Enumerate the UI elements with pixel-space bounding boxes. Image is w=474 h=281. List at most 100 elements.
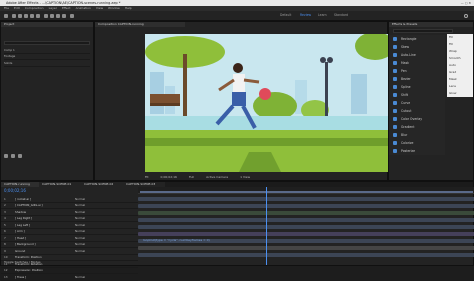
layer-bar[interactable] <box>138 218 474 222</box>
layer-bar[interactable] <box>138 225 474 229</box>
rotate-tool-icon[interactable] <box>30 14 34 18</box>
effects-search-input[interactable] <box>393 29 453 33</box>
effect-item[interactable]: Gradient <box>389 123 445 131</box>
effect-icon <box>393 117 397 121</box>
layer-bar[interactable] <box>138 197 474 201</box>
zoom-tool-icon[interactable] <box>24 14 28 18</box>
effects-presets-tab[interactable]: Effects & Presets <box>389 22 473 27</box>
timeline-tab[interactable]: CAPTION-running <box>1 182 39 187</box>
project-footer-icons <box>4 154 22 158</box>
side-item[interactable]: Smooth <box>447 55 473 62</box>
hand-tool-icon[interactable] <box>18 14 22 18</box>
scene-illustration <box>145 34 391 172</box>
effect-item[interactable]: Shift <box>389 91 445 99</box>
effect-item[interactable]: Rectangle <box>389 35 445 43</box>
current-time-indicator[interactable] <box>266 187 267 265</box>
search-icon[interactable] <box>464 14 468 18</box>
composition-tab[interactable]: Composition CAPTION-running <box>95 22 185 27</box>
views-dropdown[interactable]: 1 View <box>240 175 250 179</box>
layer-list: 1[ rocket.ai ] Normal 2[ CAPTION_GIRL.ai … <box>1 196 138 281</box>
side-item[interactable]: Fill <box>447 34 473 41</box>
side-item[interactable]: Wrap <box>447 48 473 55</box>
trash-icon[interactable] <box>18 154 22 158</box>
expression-text[interactable]: loopOut(type = "cycle", numKeyframes = 0… <box>143 238 210 242</box>
project-tab[interactable]: Project <box>1 22 93 27</box>
layer-row[interactable]: 13[ Trees ] Normal <box>1 274 138 281</box>
effect-item[interactable]: Bezier <box>389 75 445 83</box>
layer-bar[interactable] <box>138 253 474 257</box>
workspace-standard[interactable]: Standard <box>334 13 348 17</box>
effect-item[interactable]: Color Overlay <box>389 115 445 123</box>
comp-canvas[interactable] <box>145 34 391 172</box>
effect-icon <box>393 61 397 65</box>
tools-toolbar: Default Review Learn Standard <box>0 11 474 21</box>
type-tool-icon[interactable] <box>56 14 60 18</box>
effect-icon <box>393 125 397 129</box>
home-icon[interactable] <box>4 14 8 18</box>
effect-item[interactable]: Skew <box>389 43 445 51</box>
effect-icon <box>393 133 397 137</box>
effect-icon <box>393 77 397 81</box>
timeline-tab[interactable]: CAPTION-SCENE-01 <box>39 182 81 187</box>
effect-item[interactable]: Posterize <box>389 147 445 155</box>
effect-item[interactable]: Spline <box>389 83 445 91</box>
time-ruler[interactable] <box>138 187 474 194</box>
layer-bar[interactable] <box>138 204 474 208</box>
effect-icon <box>393 101 397 105</box>
effect-icon <box>393 45 397 49</box>
new-comp-icon[interactable] <box>11 154 15 158</box>
effect-item[interactable]: Blur <box>389 131 445 139</box>
side-item[interactable]: Mask <box>447 76 473 83</box>
timecode-display[interactable]: 0;00;02;16 <box>161 175 177 179</box>
project-item[interactable]: Solids <box>4 60 90 67</box>
effects-presets-panel: Effects & Presets Rectangle Skew Auto-Li… <box>388 21 474 181</box>
effect-icon <box>393 69 397 73</box>
quality-dropdown[interactable]: Full <box>189 175 194 179</box>
effect-icon <box>393 37 397 41</box>
timeline-tab[interactable]: CAPTION-SCENE-02 <box>81 182 123 187</box>
effect-icon <box>393 141 397 145</box>
project-panel: Project Comp 1 Footage Solids <box>0 21 94 181</box>
brush-tool-icon[interactable] <box>62 14 66 18</box>
composition-panel: Composition CAPTION-running Fit 0;00;02;… <box>94 21 391 181</box>
layer-bar[interactable] <box>138 211 474 215</box>
comp-viewer-controls: Fit 0;00;02;16 Full Active Camera 1 View <box>145 175 250 179</box>
effects-list: Rectangle Skew Auto-Line Mask Pen Bezier… <box>389 35 445 155</box>
selection-tool-icon[interactable] <box>12 14 16 18</box>
effect-item[interactable]: Pen <box>389 67 445 75</box>
workspace-review[interactable]: Review <box>300 13 311 17</box>
camera-tool-icon[interactable] <box>36 14 40 18</box>
zoom-dropdown[interactable]: Fit <box>145 175 149 179</box>
work-area-bar[interactable] <box>140 191 473 193</box>
effect-icon <box>393 53 397 57</box>
pen-tool-icon[interactable] <box>50 14 54 18</box>
timeline-footer[interactable]: Toggle Switches / Modes <box>4 260 41 264</box>
effect-item[interactable]: Auto-Line <box>389 51 445 59</box>
effect-icon <box>393 85 397 89</box>
effect-item[interactable]: Colorize <box>389 139 445 147</box>
project-list: Comp 1 Footage Solids <box>1 47 93 67</box>
effect-item[interactable]: Cutout <box>389 107 445 115</box>
rectangle-tool-icon[interactable] <box>44 14 48 18</box>
new-folder-icon[interactable] <box>4 154 8 158</box>
side-item[interactable]: Fill <box>447 41 473 48</box>
effect-icon <box>393 149 397 153</box>
effect-item[interactable]: Mask <box>389 59 445 67</box>
effect-icon <box>393 93 397 97</box>
layer-bar[interactable] <box>138 246 474 250</box>
effect-item[interactable]: Curve <box>389 99 445 107</box>
effects-side-list: Fill Fill Wrap Smooth Auto Grad Mask Len… <box>447 34 473 97</box>
effect-icon <box>393 109 397 113</box>
workspace-learn[interactable]: Learn <box>318 13 327 17</box>
side-item[interactable]: Auto <box>447 62 473 69</box>
side-item[interactable]: Lens <box>447 83 473 90</box>
workspace-default[interactable]: Default <box>280 13 291 17</box>
timeline-panel: CAPTION-running CAPTION-SCENE-01 CAPTION… <box>0 181 474 281</box>
puppet-tool-icon[interactable] <box>70 14 74 18</box>
project-search-input[interactable] <box>4 41 90 45</box>
camera-dropdown[interactable]: Active Camera <box>206 175 228 179</box>
window-title: Adobe After Effects - ...\CAPTION\AE\CAP… <box>6 1 121 5</box>
side-item[interactable]: Grad <box>447 69 473 76</box>
layer-bar[interactable] <box>138 232 474 236</box>
side-item[interactable]: Glow <box>447 90 473 97</box>
